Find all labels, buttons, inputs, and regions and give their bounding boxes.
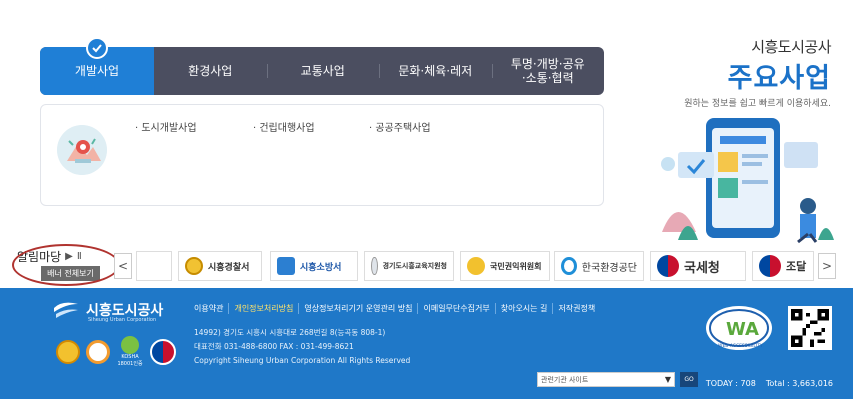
- development-illustration-icon: [57, 125, 107, 175]
- police-badge-icon: [185, 257, 203, 275]
- visitor-counter: TODAY : 708 Total : 3,663,016: [706, 379, 833, 388]
- keco-logo-icon: [561, 257, 577, 275]
- banner-item-nts[interactable]: 국세청: [650, 251, 746, 281]
- banner-prev-button[interactable]: <: [114, 253, 132, 279]
- tab-environment[interactable]: 환경사업: [154, 47, 267, 95]
- footer-copyright: Copyright Siheung Urban Corporation All …: [194, 356, 411, 365]
- footer-phone: 대표전화 031-488-6800 FAX : 031-499-8621: [194, 342, 354, 351]
- tab-label: 교통사업: [300, 64, 345, 78]
- check-icon: [86, 37, 108, 59]
- phone-illustration-icon: [661, 118, 834, 244]
- tab-label: 환경사업: [188, 64, 233, 78]
- footer-org-eng: Siheung Urban Corporation: [88, 317, 157, 323]
- banner-item-acrc[interactable]: 국민권익위원회: [460, 251, 550, 281]
- related-sites-select[interactable]: 관련기관 사이트 ▼: [537, 372, 675, 387]
- banner-item-police[interactable]: 시흥경찰서: [178, 251, 262, 281]
- footer-links: 이용약관 개인정보처리방침 영상정보처리기기 운영관리 방침 이메일무단수집거부…: [194, 303, 600, 314]
- chevron-down-icon: ▼: [664, 375, 671, 384]
- acrc-logo-icon: [467, 257, 485, 275]
- today-count: TODAY : 708: [705, 379, 756, 388]
- tab-transportation[interactable]: 교통사업: [266, 47, 380, 95]
- fire-station-icon: [277, 257, 295, 275]
- banner-item-keco[interactable]: 한국환경공단: [554, 251, 644, 281]
- footer-link-terms[interactable]: 이용약관: [194, 303, 228, 314]
- certification-badges: KOSHA 18001인증: [56, 336, 176, 367]
- banner-item-label: 조달: [786, 260, 807, 273]
- tab-culture-sports-leisure[interactable]: 문화·체육·레저: [379, 47, 492, 95]
- footer-link-email-refusal[interactable]: 이메일무단수집거부: [417, 303, 494, 314]
- banner-label: 알림마당: [17, 250, 62, 264]
- wave-logo-icon: [54, 302, 78, 318]
- footer-link-privacy[interactable]: 개인정보처리방침: [228, 303, 298, 314]
- banner-item-label: 한국환경공단: [581, 262, 637, 274]
- footer: 시흥도시공사 Siheung Urban Corporation 이용약관 개인…: [0, 288, 853, 399]
- banner-item-fire[interactable]: 시흥소방서: [270, 251, 358, 281]
- banner-item-label: 경기도시흥교육지원청: [382, 262, 447, 270]
- go-button[interactable]: GO: [680, 372, 698, 387]
- banner-item-label: 시흥경찰서: [208, 262, 250, 273]
- footer-link-copyright[interactable]: 저작권정책: [552, 303, 600, 314]
- svg-text:WA: WA: [726, 319, 759, 340]
- footer-logo[interactable]: 시흥도시공사 Siheung Urban Corporation: [52, 300, 163, 323]
- web-accessibility-mark-icon[interactable]: WA WEB ACCESSIBILITY: [704, 304, 774, 352]
- banner-item-label: 국민권익위원회: [490, 261, 542, 271]
- link-public-housing[interactable]: · 공공주택사업: [369, 119, 431, 134]
- certification-badge-icon: [86, 339, 110, 364]
- banner-view-all-button[interactable]: 배너 전체보기: [41, 266, 100, 281]
- sub-business-links: · 도시개발사업 · 건립대행사업 · 공공주택사업: [135, 119, 431, 134]
- tab-label: 투명·개방·공유 ·소통·협력: [510, 57, 585, 85]
- svg-text:WEB ACCESSIBILITY: WEB ACCESSIBILITY: [718, 343, 763, 349]
- page-title: 주요사업: [727, 63, 831, 94]
- tab-transparency[interactable]: 투명·개방·공유 ·소통·협력: [491, 47, 605, 95]
- link-urban-development[interactable]: · 도시개발사업: [135, 119, 253, 134]
- taegeuk-icon: [150, 338, 176, 365]
- footer-info: 14992) 경기도 시흥시 시흥대로 268번길 8(능곡동 808-1) 대…: [194, 326, 410, 368]
- tab-content-panel: · 도시개발사업 · 건립대행사업 · 공공주택사업: [40, 104, 604, 206]
- banner-item-label: 국세청: [684, 260, 720, 276]
- footer-address: 14992) 경기도 시흥시 시흥대로 268번길 8(능곡동 808-1): [194, 328, 386, 337]
- play-icon[interactable]: ▶: [65, 251, 73, 262]
- banner-item-pps[interactable]: 조달: [752, 251, 814, 281]
- link-construction-agency[interactable]: · 건립대행사업: [253, 119, 369, 134]
- education-office-icon: [371, 257, 378, 275]
- certification-badge-icon: [56, 339, 80, 364]
- banner-control: 알림마당 ▶ Ⅱ: [17, 248, 82, 265]
- qr-code-icon: [788, 306, 832, 350]
- taegeuk-icon: [657, 255, 679, 277]
- banner-item-label: 시흥소방서: [300, 262, 342, 273]
- tab-label: 개발사업: [74, 64, 120, 78]
- select-value: 관련기관 사이트: [541, 375, 589, 384]
- total-count: Total : 3,663,016: [765, 379, 833, 388]
- kosha-label: KOSHA 18001인증: [117, 354, 143, 367]
- taegeuk-icon: [759, 255, 781, 277]
- page: 개발사업 환경사업 교통사업 문화·체육·레저 투명·개방·공유 ·소통·협력 …: [0, 0, 853, 399]
- kosha-icon: [121, 336, 139, 354]
- banner-next-button[interactable]: >: [818, 253, 836, 279]
- banner-item-partial[interactable]: [136, 251, 172, 281]
- footer-link-cctv[interactable]: 영상정보처리기기 운영관리 방침: [298, 303, 417, 314]
- business-tab-bar: 개발사업 환경사업 교통사업 문화·체육·레저 투명·개방·공유 ·소통·협력: [40, 47, 604, 95]
- banner-item-education[interactable]: 경기도시흥교육지원청: [364, 251, 454, 281]
- pause-icon[interactable]: Ⅱ: [77, 251, 82, 262]
- tab-label: 문화·체육·레저: [398, 64, 473, 78]
- footer-link-directions[interactable]: 찾아오시는 길: [494, 303, 553, 314]
- page-subtitle: 원하는 정보를 쉽고 빠르게 이용하세요.: [684, 99, 831, 109]
- org-name: 시흥도시공사: [751, 38, 831, 56]
- kosha-badge: KOSHA 18001인증: [116, 336, 144, 367]
